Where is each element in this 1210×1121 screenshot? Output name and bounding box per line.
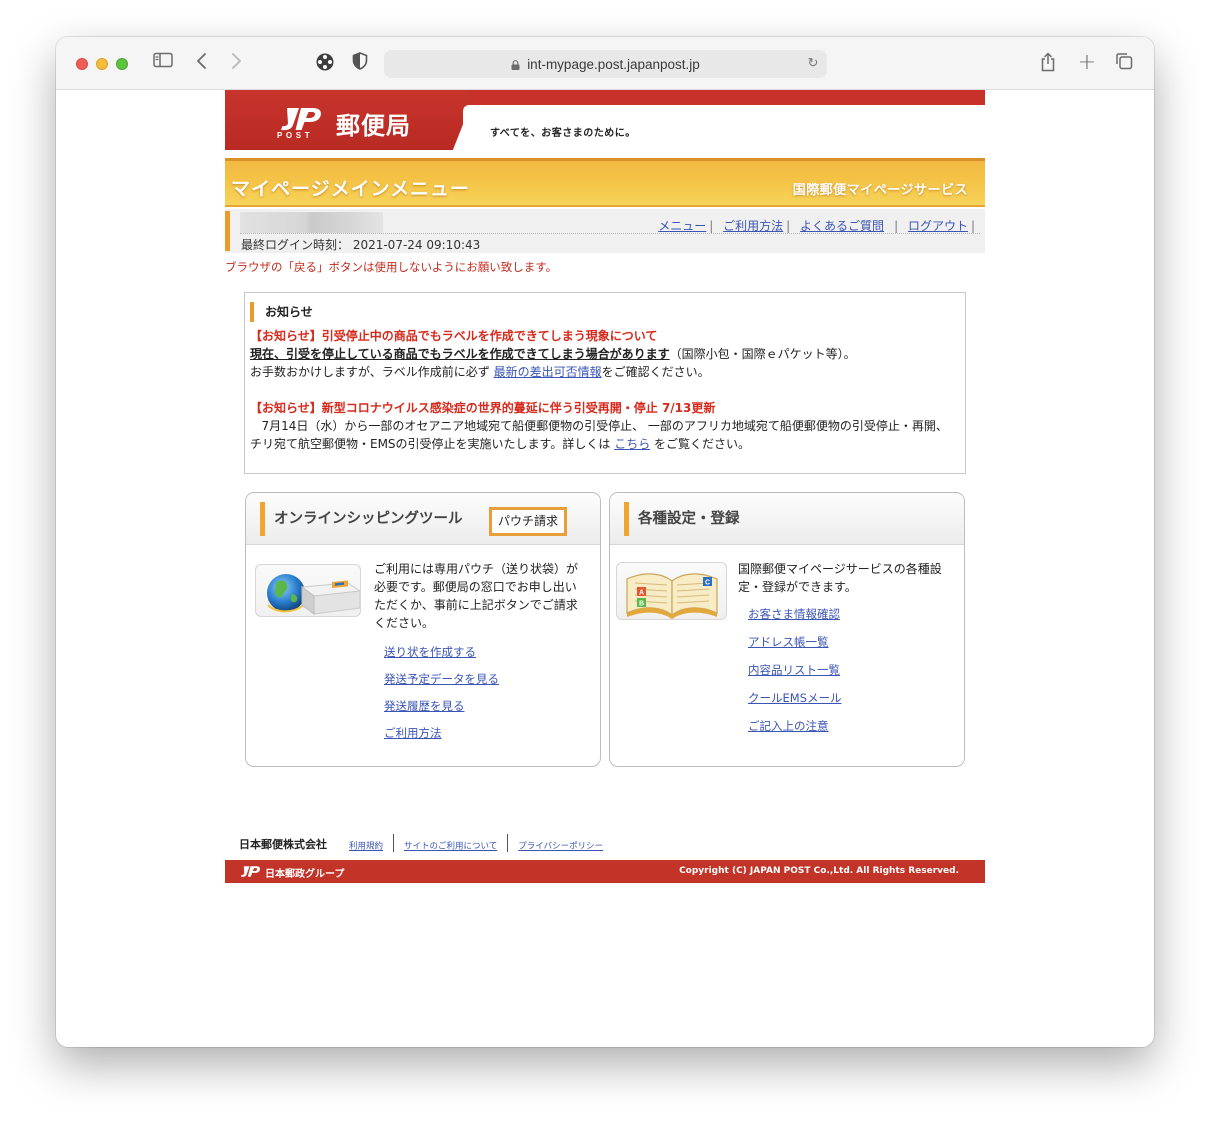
tabs-overview-icon[interactable] xyxy=(1115,52,1135,74)
shipping-tool-title: オンラインシッピングツール xyxy=(260,502,463,536)
privacy-policy-link[interactable]: プライバシーポリシー xyxy=(518,842,603,852)
open-book-image: A B C xyxy=(616,562,727,620)
link-separator: | xyxy=(970,219,975,233)
back-button-warning: ブラウザの「戻る」ボタンは使用しないようにお願い致します。 xyxy=(225,260,558,274)
footer-bar: 日本郵政グループ Copyright (C) JAPAN POST Co.,Lt… xyxy=(225,860,985,883)
shipping-tool-card: オンラインシッピングツール パウチ請求 ご利用には専用パウチ（送り状袋）が必要で… xyxy=(245,492,601,767)
list-item: アドレス帳一覧 xyxy=(748,635,842,663)
footer-separator xyxy=(393,834,395,852)
link-separator: | xyxy=(894,219,899,233)
brand-name: 郵便局 xyxy=(336,111,411,140)
list-item: 発送履歴を見る xyxy=(384,699,499,726)
address-bar[interactable]: int-mypage.post.japanpost.jp ↻ xyxy=(384,50,827,78)
customer-info-link[interactable]: お客さま情報確認 xyxy=(748,607,840,621)
scheduled-data-link[interactable]: 発送予定データを見る xyxy=(384,672,499,686)
shipping-usage-link[interactable]: ご利用方法 xyxy=(384,726,442,740)
company-name: 日本郵便株式会社 xyxy=(239,838,327,851)
writing-notes-link[interactable]: ご記入上の注意 xyxy=(748,719,829,733)
address-book-link[interactable]: アドレス帳一覧 xyxy=(748,635,829,649)
card-header: オンラインシッピングツール パウチ請求 xyxy=(246,493,600,545)
notice-item-2-line-1: 7月14日（水）から一部のオセアニア地域宛て船便郵便物の引受停止、 一部のアフリ… xyxy=(261,419,948,433)
list-item: お客さま情報確認 xyxy=(748,607,842,635)
link-separator: | xyxy=(786,219,791,233)
last-login-time: 最終ログイン時刻： 2021-07-24 09:10:43 xyxy=(241,238,481,252)
globe-icon xyxy=(267,574,360,615)
reload-icon[interactable]: ↻ xyxy=(805,55,821,71)
usage-guide-link[interactable]: ご利用方法 xyxy=(723,219,783,233)
card-header: 各種設定・登録 xyxy=(610,493,964,545)
list-item: 内容品リスト一覧 xyxy=(748,663,842,691)
shipping-history-link[interactable]: 発送履歴を見る xyxy=(384,699,465,713)
link-separator: | xyxy=(709,219,714,233)
globe-parcel-image xyxy=(255,564,361,617)
lock-icon xyxy=(511,60,520,70)
page-title-bar: マイページメインメニュー 国際郵便マイページサービス xyxy=(225,158,985,207)
chevron-right-icon[interactable] xyxy=(230,52,248,74)
book-icon: A B C xyxy=(626,573,718,619)
details-link[interactable]: こちら xyxy=(614,437,650,451)
faq-link[interactable]: よくあるご質問 xyxy=(800,219,884,233)
page-title: マイページメインメニュー xyxy=(231,178,471,200)
notice-spacer xyxy=(250,381,962,399)
extension-icon[interactable] xyxy=(315,52,337,74)
menu-link[interactable]: メニュー xyxy=(658,219,706,233)
settings-title: 各種設定・登録 xyxy=(624,502,740,536)
svg-text:C: C xyxy=(705,580,710,587)
create-label-link[interactable]: 送り状を作成する xyxy=(384,645,476,659)
pouch-request-button[interactable]: パウチ請求 xyxy=(489,507,567,536)
close-window-button[interactable] xyxy=(76,58,88,70)
cool-ems-mail-link[interactable]: クールEMSメール xyxy=(748,691,842,705)
minimize-window-button[interactable] xyxy=(96,58,108,70)
site-header: POST 郵便局 すべてを、お客さまのために。 xyxy=(225,90,985,150)
notice-item-1-line-1: 現在、引受を停止している商品でもラベルを作成できてしまう場合があります（国際小包… xyxy=(250,347,856,361)
list-item: 送り状を作成する xyxy=(384,645,499,672)
url-text: int-mypage.post.japanpost.jp xyxy=(527,56,700,72)
tagline: すべてを、お客さまのために。 xyxy=(490,128,636,139)
shipping-availability-link[interactable]: 最新の差出可否情報 xyxy=(494,365,602,379)
notice-box: お知らせ 【お知らせ】引受停止中の商品でもラベルを作成できてしまう現象について … xyxy=(244,292,966,474)
service-name: 国際郵便マイページサービス xyxy=(792,183,968,198)
contents-list-link[interactable]: 内容品リスト一覧 xyxy=(748,663,840,677)
site-usage-link[interactable]: サイトのご利用について xyxy=(404,842,497,852)
post-wordmark: POST xyxy=(277,131,314,140)
list-item: 発送予定データを見る xyxy=(384,672,499,699)
group-name: 日本郵政グループ xyxy=(265,869,345,880)
user-bar-accent xyxy=(225,211,230,251)
share-icon[interactable] xyxy=(1040,52,1060,74)
list-item: クールEMSメール xyxy=(748,691,842,719)
notice-item-1-line-2: お手数おかけしますが、ラベル作成前に必ず 最新の差出可否情報をご確認ください。 xyxy=(250,365,710,379)
user-nav-links: メニュー | ご利用方法 | よくあるご質問 | ログアウト | xyxy=(658,217,975,234)
list-item: ご利用方法 xyxy=(384,726,499,753)
notice-heading: お知らせ xyxy=(250,302,313,322)
copyright: Copyright (C) JAPAN POST Co.,Ltd. All Ri… xyxy=(679,866,959,876)
svg-text:A: A xyxy=(639,590,644,597)
sidebar-icon[interactable] xyxy=(153,52,175,74)
notice-item-1-title: 【お知らせ】引受停止中の商品でもラベルを作成できてしまう現象について xyxy=(250,329,658,343)
header-brand-block: POST 郵便局 xyxy=(225,90,470,150)
chevron-left-icon[interactable] xyxy=(196,52,214,74)
settings-card: 各種設定・登録 A B C 国際郵便マイページサービスの各種設定・登録ができます… xyxy=(609,492,965,767)
zoom-window-button[interactable] xyxy=(116,58,128,70)
notice-item-2-title: 【お知らせ】新型コロナウイルス感染症の世界的蔓延に伴う引受再開・停止 7/13更… xyxy=(250,401,716,415)
notice-body: 【お知らせ】引受停止中の商品でもラベルを作成できてしまう現象について 現在、引受… xyxy=(250,327,962,453)
list-item: ご記入上の注意 xyxy=(748,719,842,747)
plus-icon[interactable]: + xyxy=(1077,52,1097,74)
notice-item-2-line-2: チリ宛て航空郵便物・EMSの引受停止を実施いたします。詳しくは こちら をご覧く… xyxy=(250,437,751,451)
footer-links: 利用規約 サイトのご利用について プライバシーポリシー xyxy=(349,834,603,855)
footer-separator xyxy=(507,834,509,852)
logout-link[interactable]: ログアウト xyxy=(908,219,968,233)
svg-text:B: B xyxy=(639,601,644,608)
jp-logo-icon[interactable] xyxy=(277,106,323,132)
shipping-link-list: 送り状を作成する 発送予定データを見る 発送履歴を見る ご利用方法 xyxy=(384,645,499,753)
settings-link-list: お客さま情報確認 アドレス帳一覧 内容品リスト一覧 クールEMSメール ご記入上… xyxy=(748,607,842,747)
browser-toolbar: int-mypage.post.japanpost.jp ↻ + xyxy=(56,37,1154,90)
settings-description: 国際郵便マイページサービスの各種設定・登録ができます。 xyxy=(738,562,942,594)
shipping-description: ご利用には専用パウチ（送り状袋）が必要です。郵便局の窓口でお申し出いただくか、事… xyxy=(374,562,579,630)
jp-group-logo-icon xyxy=(240,866,261,877)
browser-window: int-mypage.post.japanpost.jp ↻ + POST 郵便… xyxy=(56,37,1154,1047)
user-info-bar: 最終ログイン時刻： 2021-07-24 09:10:43 メニュー | ご利用方… xyxy=(225,209,985,253)
shield-icon[interactable] xyxy=(352,52,372,74)
user-name-redacted xyxy=(240,212,383,233)
terms-link[interactable]: 利用規約 xyxy=(349,842,383,852)
